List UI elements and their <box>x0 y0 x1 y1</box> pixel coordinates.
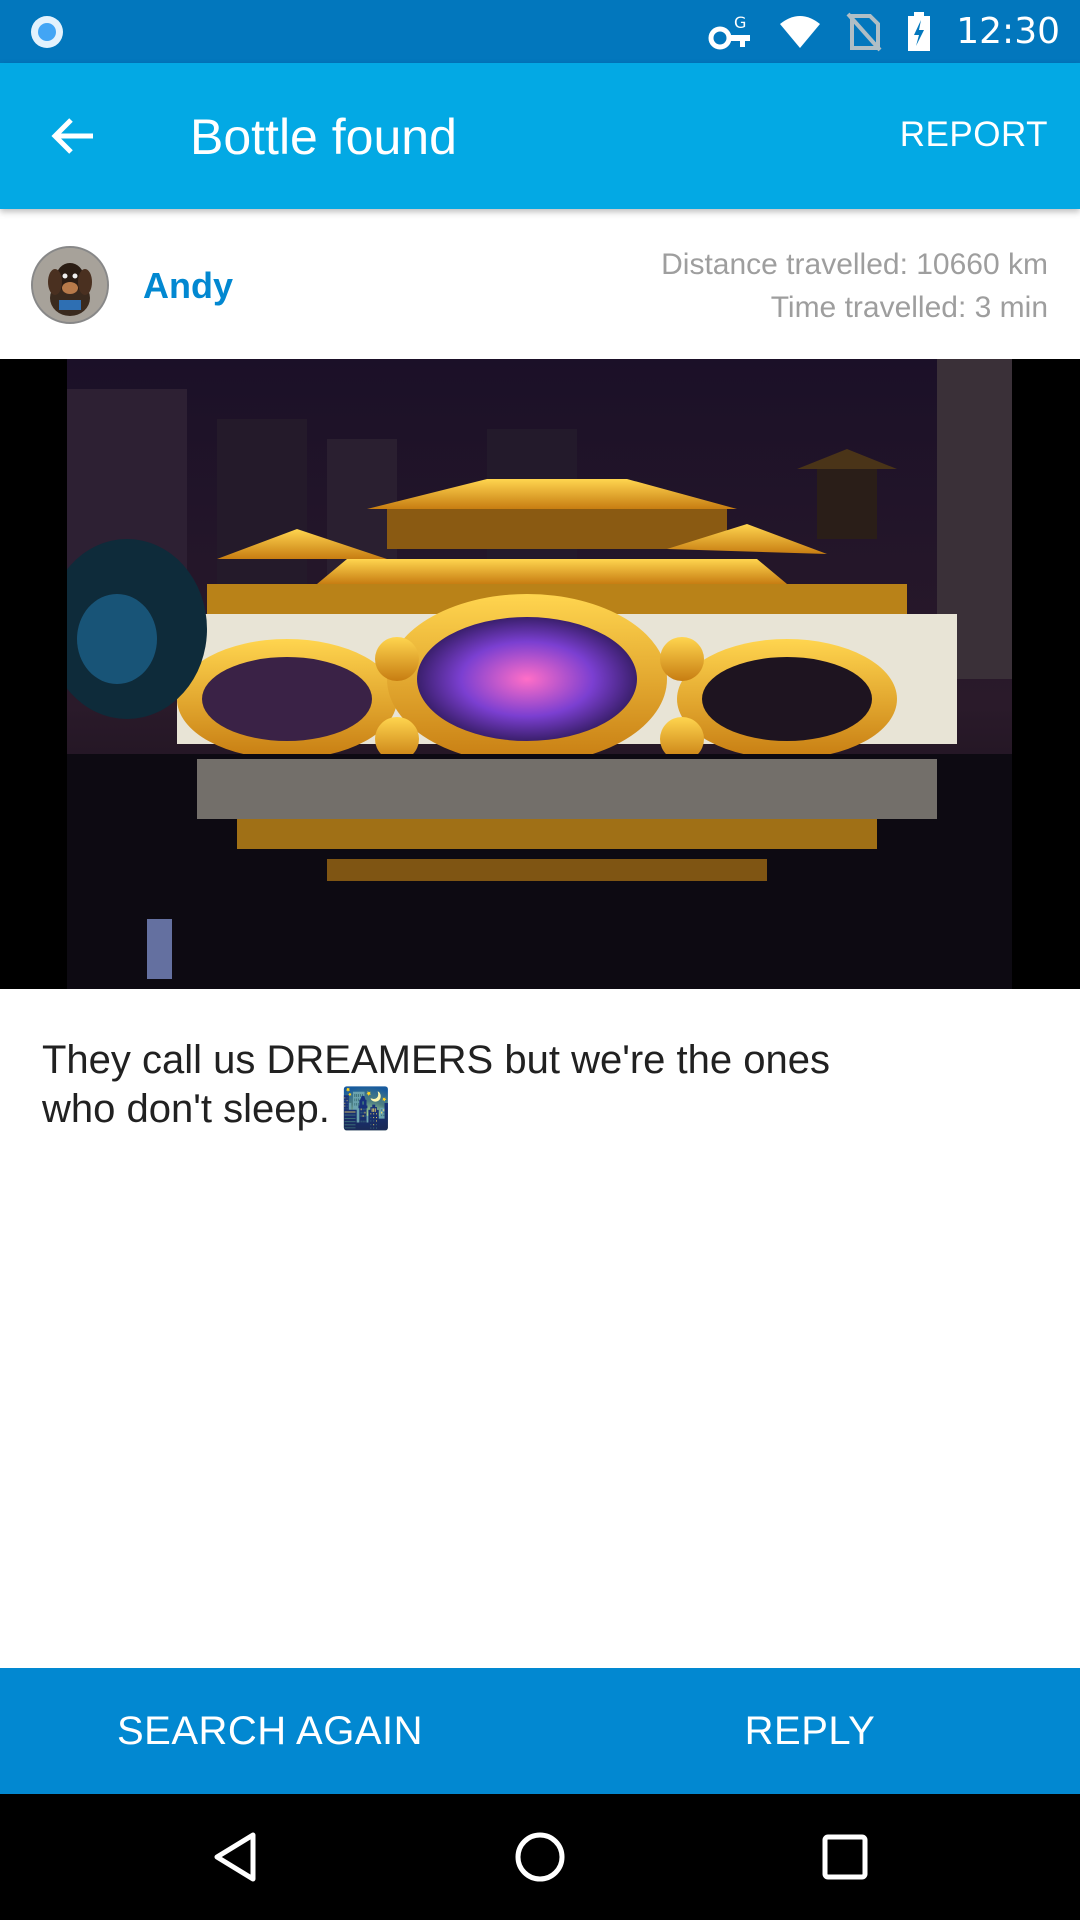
message-text: They call us DREAMERS but we're the ones… <box>42 1038 830 1131</box>
nav-home-icon <box>515 1832 565 1882</box>
bridge-night-photo[interactable] <box>67 359 1012 989</box>
avatar[interactable] <box>31 246 109 324</box>
no-sim-icon <box>846 12 882 51</box>
notification-dot-icon <box>31 16 63 48</box>
vpn-key-icon: G <box>708 13 751 49</box>
sender-name[interactable]: Andy <box>143 265 233 307</box>
status-time: 12:30 <box>956 11 1060 52</box>
nav-back-button[interactable] <box>205 1827 265 1887</box>
nav-recents-icon <box>822 1834 868 1880</box>
nav-recents-button[interactable] <box>815 1827 875 1887</box>
svg-text:G: G <box>734 13 746 32</box>
reply-button[interactable]: REPLY <box>540 1668 1080 1794</box>
navigation-bar <box>0 1794 1080 1920</box>
nav-home-button[interactable] <box>510 1827 570 1887</box>
arrow-back-icon <box>51 118 93 154</box>
battery-charging-icon <box>908 11 931 51</box>
search-again-button[interactable]: SEARCH AGAIN <box>0 1668 540 1794</box>
photo-area <box>0 359 1080 989</box>
status-bar: G 12:30 <box>0 0 1080 63</box>
page-title: Bottle found <box>190 109 457 165</box>
action-bar: SEARCH AGAIN REPLY <box>0 1668 1080 1794</box>
dog-avatar-image <box>33 248 107 322</box>
nav-back-icon <box>214 1832 256 1882</box>
report-button[interactable]: REPORT <box>900 115 1048 155</box>
app-bar: Bottle found REPORT <box>0 63 1080 209</box>
travel-info: Distance travelled: 10660 km Time travel… <box>661 243 1048 329</box>
back-button[interactable] <box>40 106 106 166</box>
distance-travelled: Distance travelled: 10660 km <box>661 248 1048 281</box>
wifi-icon <box>780 15 821 48</box>
time-travelled: Time travelled: 3 min <box>770 291 1048 324</box>
sender-row: Andy Distance travelled: 10660 km Time t… <box>0 209 1080 359</box>
